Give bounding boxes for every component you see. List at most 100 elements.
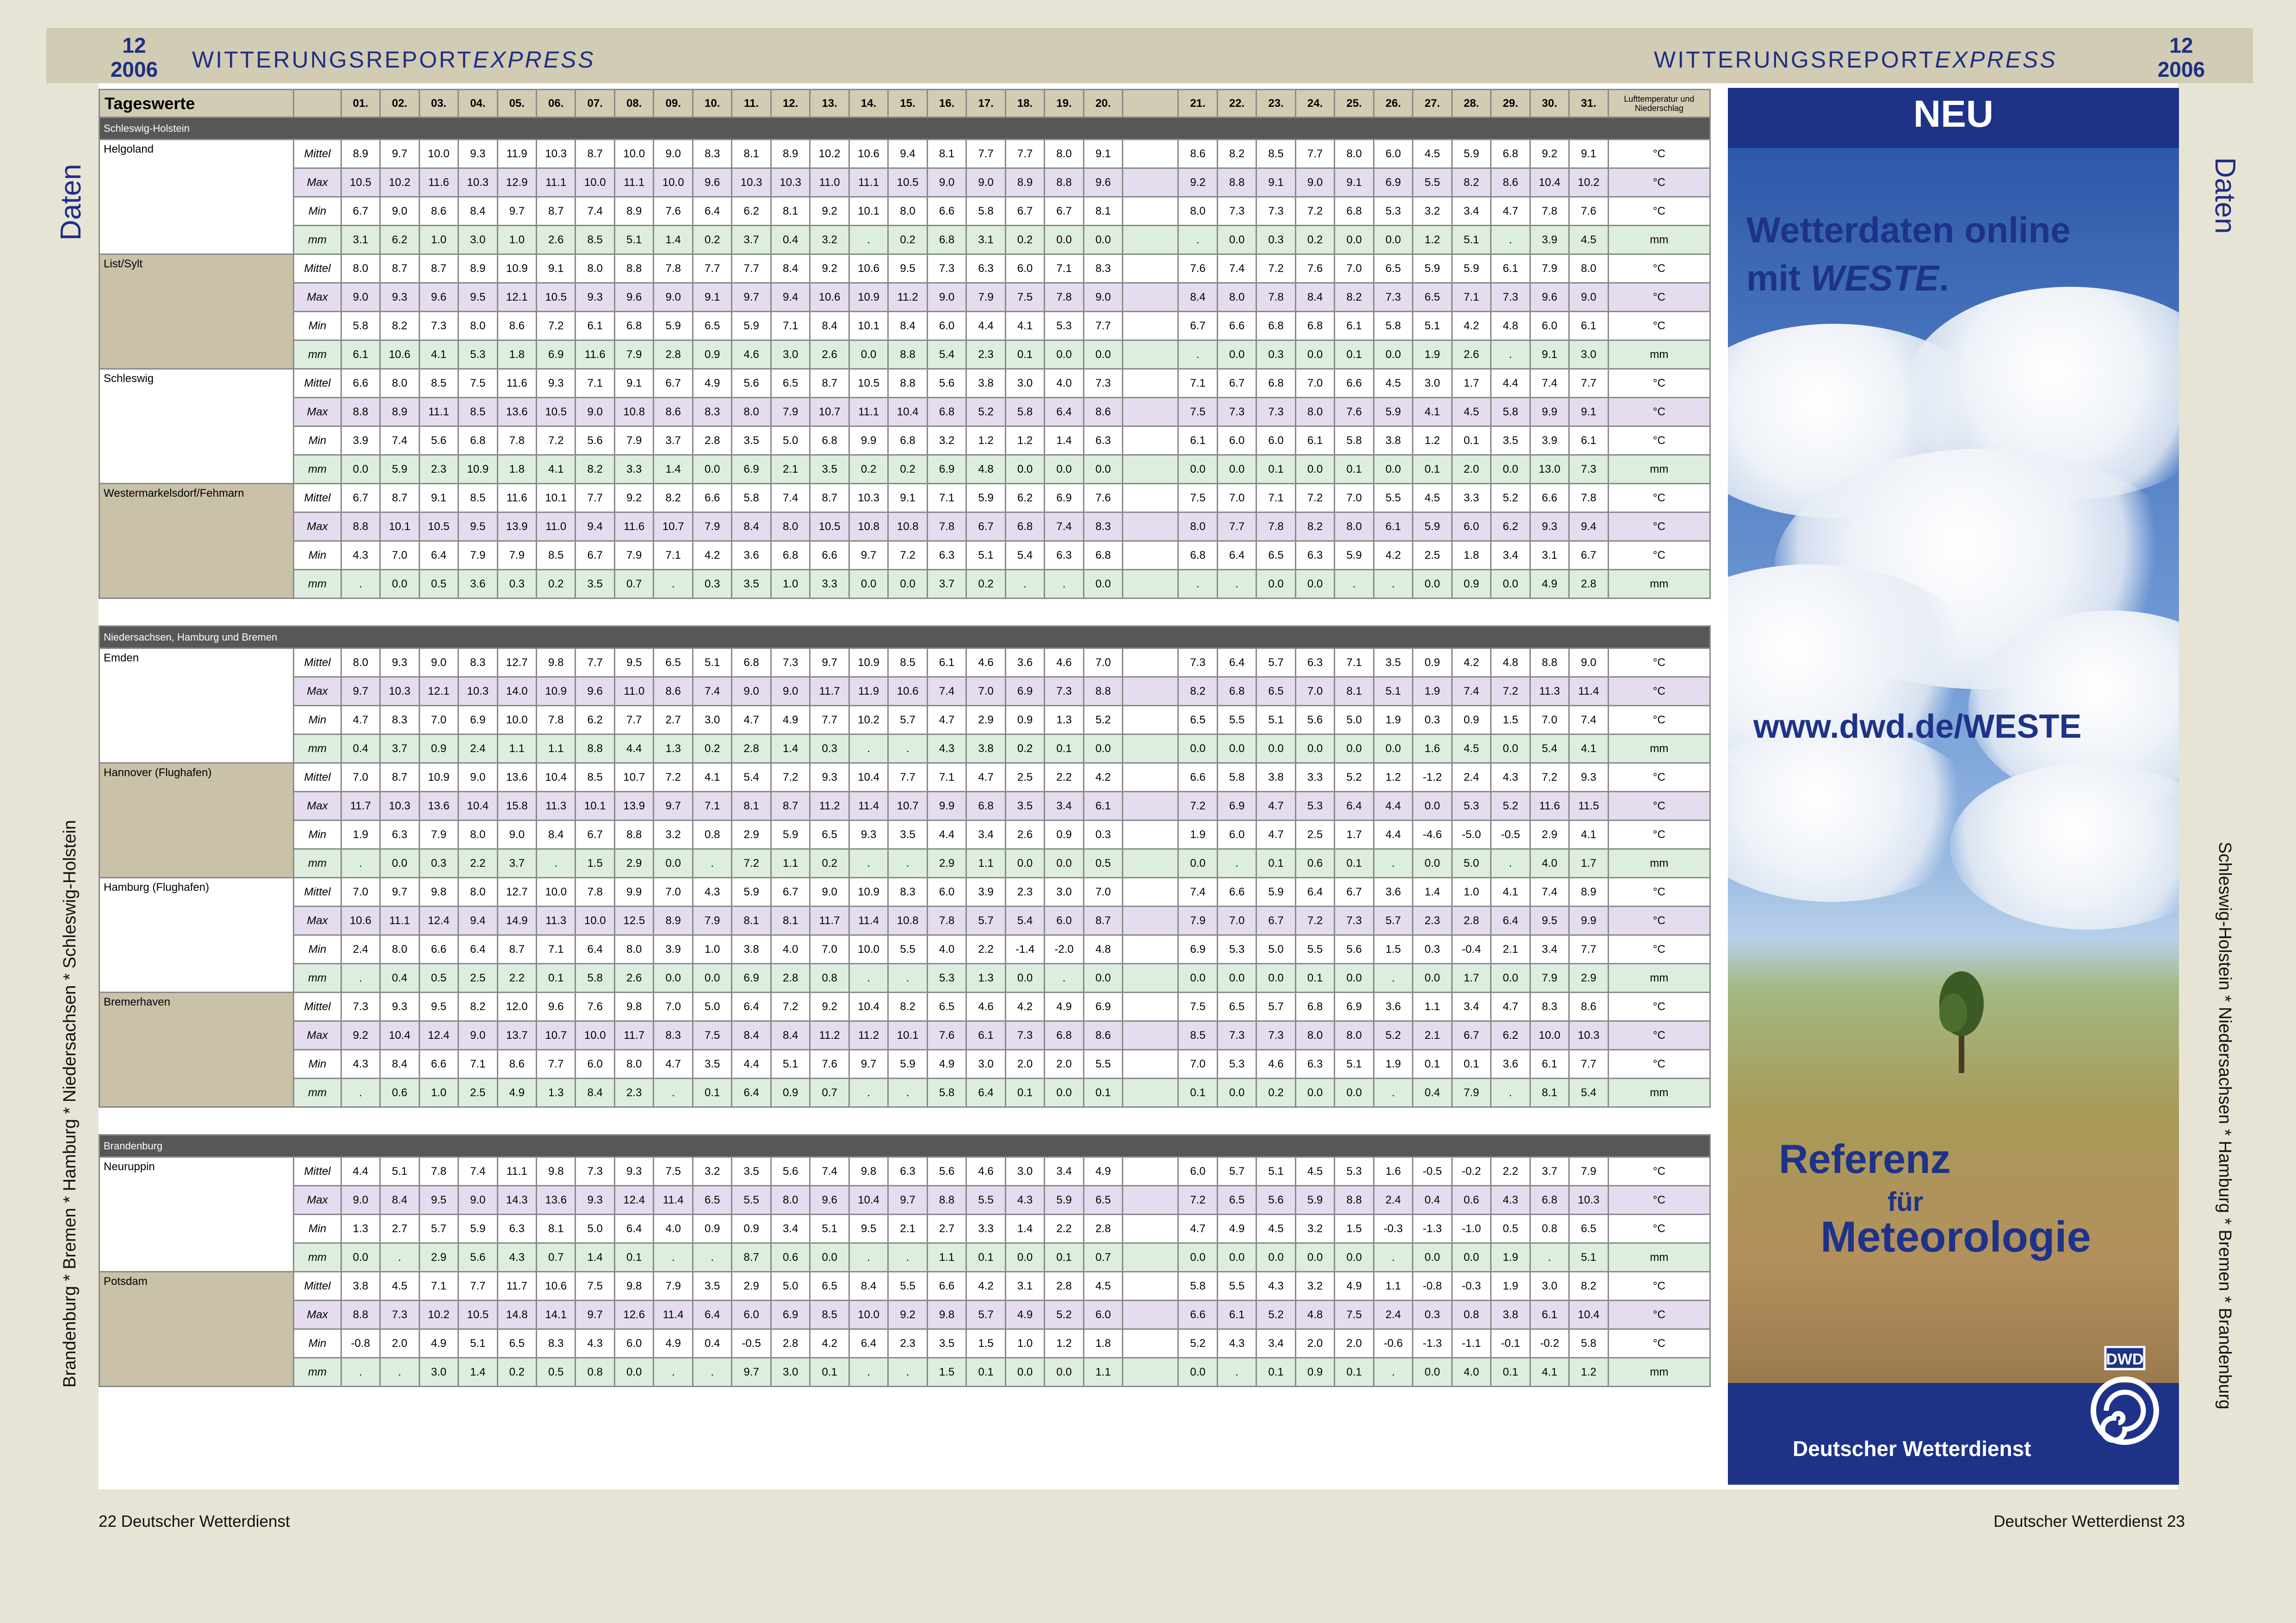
- day-header: 25.: [1334, 89, 1374, 118]
- value-cell: 0.9: [731, 1214, 772, 1244]
- value-cell: 7.8: [418, 1156, 459, 1186]
- value-cell: 8.3: [653, 1020, 693, 1050]
- value-cell: 10.5: [340, 167, 381, 197]
- value-cell: 6.6: [926, 196, 967, 226]
- value-cell: 2.8: [692, 426, 733, 456]
- value-cell: 5.4: [1529, 734, 1570, 764]
- value-cell: 5.1: [1568, 1242, 1609, 1272]
- value-cell: 0.1: [613, 1242, 655, 1272]
- day-header: 20.: [1083, 89, 1124, 118]
- day-header: 21.: [1177, 89, 1218, 118]
- value-cell: 7.1: [770, 311, 811, 341]
- value-cell: 8.9: [1004, 167, 1046, 197]
- unit-cell: mm: [1607, 339, 1711, 370]
- value-cell: 9.0: [653, 139, 693, 169]
- value-cell: 6.5: [1216, 992, 1257, 1022]
- parameter-label: Mittel: [293, 1156, 342, 1186]
- value-cell: 4.8: [1490, 648, 1531, 678]
- unit-cell: mm: [1607, 454, 1711, 484]
- value-cell: 11.1: [496, 1156, 538, 1186]
- value-cell: 7.8: [1256, 282, 1296, 312]
- value-cell: .: [1373, 1242, 1414, 1272]
- value-cell: 7.6: [1083, 483, 1124, 513]
- value-cell: 6.6: [1216, 877, 1257, 907]
- value-cell: 0.0: [1490, 454, 1531, 484]
- value-cell: 6.6: [1529, 483, 1570, 513]
- value-cell: 5.2: [1177, 1328, 1218, 1358]
- value-cell: 7.3: [418, 311, 459, 341]
- value-cell: 9.3: [1568, 762, 1609, 792]
- value-cell: .: [848, 1242, 889, 1272]
- unit-cell: °C: [1607, 1328, 1711, 1358]
- weste-url-link[interactable]: www.dwd.de/WESTE: [1753, 708, 2081, 746]
- value-cell: 7.3: [1216, 397, 1257, 427]
- value-cell: 6.1: [1373, 512, 1414, 542]
- value-cell: 9.1: [1568, 139, 1609, 169]
- value-cell: 7.4: [1451, 676, 1492, 706]
- day-header: 28.: [1451, 89, 1492, 118]
- value-cell: 10.9: [848, 282, 889, 312]
- table-row: Min 1.3 2.7 5.7 5.9 6.3 8.1 5.0 6.4 4.0 0.9 0.9 3.4 5…: [99, 1214, 1711, 1244]
- value-cell: 2.5: [1412, 540, 1453, 570]
- value-cell: 10.4: [887, 397, 928, 427]
- value-cell: 10.1: [575, 791, 615, 821]
- value-cell: 8.3: [692, 397, 733, 427]
- value-cell: 9.5: [458, 282, 498, 312]
- value-cell: 5.6: [926, 1156, 967, 1186]
- value-cell: 6.4: [731, 992, 772, 1022]
- value-cell: 0.2: [809, 848, 850, 878]
- sky-photo: [1728, 148, 2179, 1383]
- value-cell: 5.1: [692, 648, 733, 678]
- value-cell: 6.3: [496, 1214, 538, 1244]
- value-cell: 5.3: [1451, 791, 1492, 821]
- value-cell: 3.0: [418, 1357, 459, 1387]
- value-cell: 8.0: [887, 196, 928, 226]
- value-cell: 7.7: [1294, 139, 1336, 169]
- value-cell: 11.7: [809, 906, 850, 936]
- value-cell: 5.7: [965, 906, 1006, 936]
- value-cell: 8.8: [1334, 1185, 1374, 1215]
- value-cell: -2.0: [1044, 934, 1084, 964]
- value-cell: 0.0: [1083, 339, 1124, 370]
- value-cell: 7.4: [1568, 705, 1609, 735]
- issue-year: 2006: [110, 57, 158, 81]
- value-cell: 4.7: [340, 705, 381, 735]
- parameter-label: Min: [293, 311, 342, 341]
- value-cell: 1.3: [535, 1078, 576, 1108]
- value-cell: 0.1: [1004, 339, 1046, 370]
- unit-cell: °C: [1607, 397, 1711, 427]
- value-cell: 7.2: [1294, 906, 1336, 936]
- value-cell: 10.8: [613, 397, 655, 427]
- value-cell: 10.3: [458, 676, 498, 706]
- value-cell: 8.4: [535, 820, 576, 850]
- value-cell: 9.7: [731, 1357, 772, 1387]
- value-cell: 2.4: [1451, 762, 1492, 792]
- value-cell: 4.5: [379, 1271, 420, 1301]
- value-cell: 3.4: [965, 820, 1006, 850]
- value-cell: 2.2: [1044, 762, 1084, 792]
- parameter-label: Mittel: [293, 483, 342, 513]
- value-cell: 3.7: [496, 848, 538, 878]
- value-cell: 4.1: [1412, 397, 1453, 427]
- value-cell: 6.6: [809, 540, 850, 570]
- value-cell: 8.0: [458, 877, 498, 907]
- value-cell: 4.4: [731, 1049, 772, 1079]
- value-cell: 1.1: [1373, 1271, 1414, 1301]
- value-cell: 10.7: [535, 1020, 576, 1050]
- value-cell: 0.3: [1083, 820, 1124, 850]
- value-cell: 7.0: [1334, 253, 1374, 284]
- value-cell: .: [1334, 569, 1374, 599]
- value-cell: 6.8: [1334, 196, 1374, 226]
- value-cell: 1.6: [1412, 734, 1453, 764]
- value-cell: 7.6: [809, 1049, 850, 1079]
- value-cell: 0.1: [1334, 848, 1374, 878]
- value-cell: 6.7: [575, 540, 615, 570]
- value-cell: 10.9: [848, 648, 889, 678]
- value-cell: 6.0: [1216, 426, 1257, 456]
- value-cell: 9.7: [496, 196, 538, 226]
- value-cell: 5.8: [926, 1078, 967, 1108]
- value-cell: 8.0: [731, 397, 772, 427]
- value-cell: 0.2: [692, 225, 733, 255]
- value-cell: 12.7: [496, 877, 538, 907]
- value-cell: 0.0: [1294, 734, 1336, 764]
